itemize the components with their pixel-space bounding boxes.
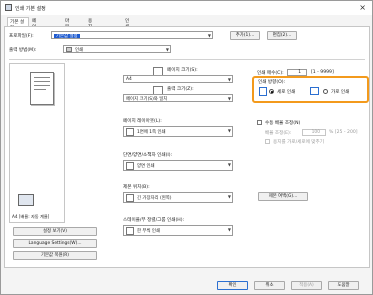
page-layout-select[interactable]: 1면에 1쪽 인쇄 ▼ xyxy=(123,126,233,137)
chevron-down-icon: ▼ xyxy=(227,227,231,232)
binding-value: 긴 가장자리 (왼쪽) xyxy=(137,196,172,201)
settings-panel: 프로파일(F): 기본값 설정 ▼ 추가(1)... 편집(2)... 출력 방… xyxy=(4,26,370,268)
scale-range: % [25 - 200] xyxy=(329,130,358,135)
printer-small-icon xyxy=(66,47,72,52)
stapling-label: 스테이플/부 정렬/그룹 인쇄(H): xyxy=(123,218,185,223)
printer-icon xyxy=(5,4,12,11)
landscape-radio[interactable] xyxy=(323,89,328,94)
output-size-select[interactable]: 페이지 크기(S)와 일치 ▼ xyxy=(123,94,233,102)
portrait-label: 세로 인쇄 xyxy=(277,90,296,95)
cancel-button[interactable]: 취소 xyxy=(254,281,285,290)
chevron-down-icon: ▼ xyxy=(227,96,231,101)
output-size-value: 페이지 크기(S)와 일치 xyxy=(126,97,168,102)
printer-device-icon xyxy=(18,194,34,206)
output-size-label: 출력 크기(Z): xyxy=(167,87,194,92)
page-size-select[interactable]: A4 ▼ xyxy=(123,75,233,83)
scale-spinner[interactable]: 100 xyxy=(302,129,326,136)
output-method-select[interactable]: 인쇄 ▼ xyxy=(63,45,171,53)
tab-page-setup[interactable]: 페이지 설정 xyxy=(32,17,36,48)
restore-defaults-button[interactable]: 기본값 복원(R) xyxy=(13,251,97,260)
stapling-select[interactable]: 한 부씩 인쇄 ▼ xyxy=(123,225,233,236)
landscape-icon xyxy=(310,87,319,95)
manual-scaling-checkbox[interactable] xyxy=(257,120,262,125)
title-bar: 인쇄 기본 설정 × xyxy=(1,1,372,15)
layout-icon xyxy=(126,128,134,136)
chevron-down-icon: ▼ xyxy=(227,128,231,133)
divider xyxy=(9,59,365,60)
edit-profile-button[interactable]: 편집(2)... xyxy=(267,31,297,40)
duplex-value: 양면 인쇄 xyxy=(137,164,155,169)
tab-paper-source[interactable]: 용지 공급장치 xyxy=(88,17,92,54)
page-size-label: 페이지 크기(S): xyxy=(167,68,198,73)
profile-select[interactable]: 기본값 설정 ▼ xyxy=(51,31,213,39)
output-method-label: 출력 방법(M): xyxy=(9,48,37,53)
stapling-icon xyxy=(126,227,134,235)
page-size-value: A4 xyxy=(126,77,132,82)
page-layout-value: 1면에 1쪽 인쇄 xyxy=(137,130,166,135)
profile-label: 프로파일(F): xyxy=(9,34,34,39)
orientation-label: 인쇄 방향(O): xyxy=(258,80,286,85)
fit-paper-label: 용지를 가로/세로에 맞추기 xyxy=(273,140,324,145)
manual-scaling-label: 수동 배율 조정(N) xyxy=(265,121,301,126)
page-layout-label: 페이지 레이아웃(L): xyxy=(123,119,162,124)
scale-label: 배율 조정(E): xyxy=(265,131,292,136)
preview-caption: A4 [배율: 자동 계율] xyxy=(12,214,50,219)
page-preview: A4 [배율: 자동 계율] xyxy=(9,63,65,223)
profile-value: 기본값 설정 xyxy=(54,34,80,39)
portrait-radio[interactable] xyxy=(269,89,274,94)
copies-spinner[interactable]: 1 xyxy=(287,69,307,76)
duplex-label: 단면/양면/소책자 인쇄(I): xyxy=(123,153,173,158)
apply-button[interactable]: 적용(A) xyxy=(291,281,322,290)
portrait-icon xyxy=(259,87,267,96)
tab-basic-settings[interactable]: 기본 설정 xyxy=(7,17,29,31)
chevron-down-icon: ▼ xyxy=(207,33,211,38)
fit-paper-checkbox[interactable] xyxy=(265,139,270,144)
printing-preferences-window: 인쇄 기본 설정 × 기본 설정 페이지 설정 마무리 용지 공급장치 인쇄 품… xyxy=(0,0,373,295)
chevron-down-icon: ▼ xyxy=(227,162,231,167)
chevron-down-icon: ▼ xyxy=(227,194,231,199)
window-title: 인쇄 기본 설정 xyxy=(15,6,46,12)
add-profile-button[interactable]: 추가(1)... xyxy=(230,31,260,40)
chevron-down-icon: ▼ xyxy=(227,77,231,82)
chevron-down-icon: ▼ xyxy=(165,47,169,52)
stapling-value: 한 부씩 인쇄 xyxy=(137,229,160,234)
binding-select[interactable]: 긴 가장자리 (왼쪽) ▼ xyxy=(123,192,233,203)
binding-label: 제본 위치(B): xyxy=(123,185,150,190)
ok-button[interactable]: 확인 xyxy=(217,281,248,290)
duplex-select[interactable]: 양면 인쇄 ▼ xyxy=(123,160,233,171)
landscape-label: 가로 인쇄 xyxy=(331,90,350,95)
help-button[interactable]: 도움말 xyxy=(328,281,359,290)
output-method-value: 인쇄 xyxy=(75,48,84,53)
close-icon[interactable]: × xyxy=(359,3,366,12)
view-settings-button[interactable]: 설정 보기(V) xyxy=(13,227,97,236)
binding-margin-button[interactable]: 제본 여백(G)... xyxy=(258,192,308,201)
copies-range: [1 - 9999] xyxy=(311,70,334,75)
binding-icon xyxy=(126,194,134,202)
tab-print-quality[interactable]: 인쇄 품질 xyxy=(125,17,129,42)
preview-page-icon xyxy=(30,72,54,105)
language-settings-button[interactable]: Language Settings(W)... xyxy=(13,239,97,248)
tab-finishing[interactable]: 마무리 xyxy=(65,17,69,36)
duplex-icon xyxy=(126,162,134,170)
